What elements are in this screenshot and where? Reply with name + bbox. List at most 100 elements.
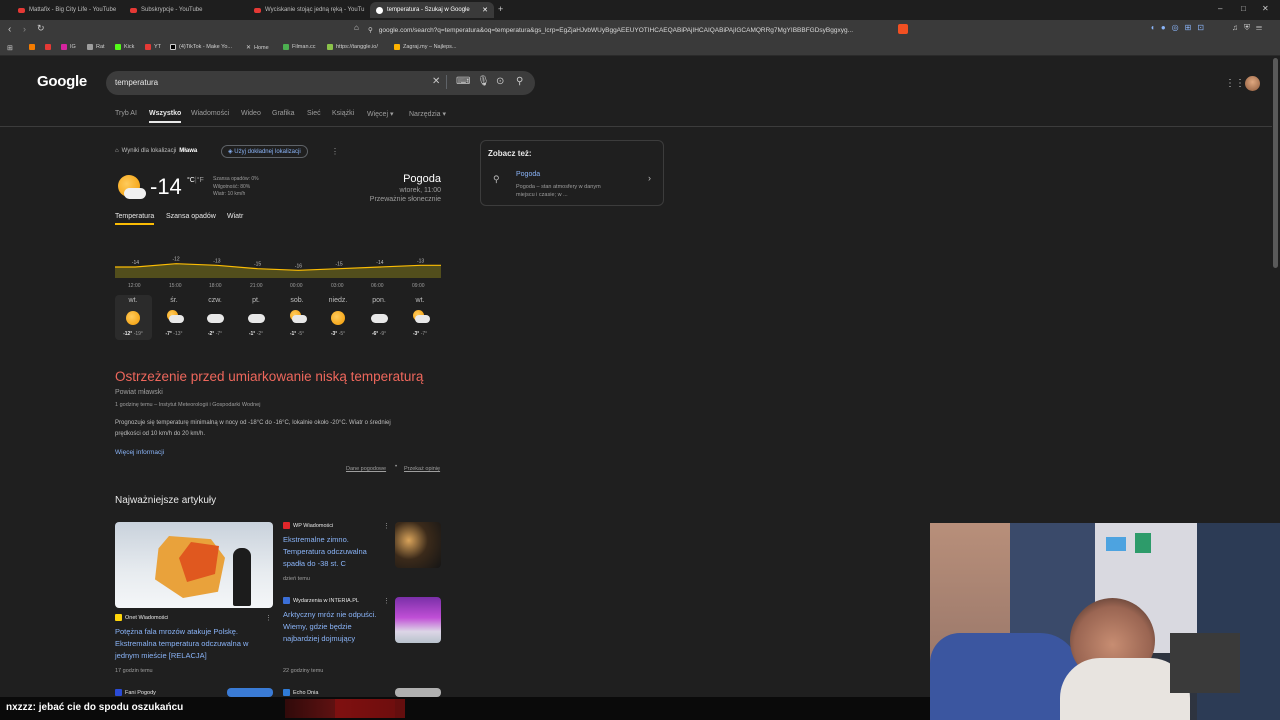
- minimize-icon[interactable]: –: [1218, 4, 1222, 13]
- menu-icon[interactable]: ♫⛨☰: [1232, 23, 1268, 33]
- bookmark-item[interactable]: Zagraj.my – Najleps...: [394, 44, 457, 50]
- tab-wind[interactable]: Wiatr: [227, 213, 243, 220]
- browser-tab[interactable]: Wyciskanie stojąc jedną ręką - YouTu: [248, 2, 366, 18]
- article-image[interactable]: [115, 522, 273, 608]
- hour-label: 15:00: [169, 283, 182, 289]
- day-temperature: -6° -9°: [371, 331, 387, 337]
- apps-grid-icon[interactable]: ⋮⋮: [1225, 78, 1245, 89]
- close-window-icon[interactable]: ✕: [1262, 4, 1269, 13]
- browser-tab[interactable]: Mattafix - Big City Life - YouTube: [12, 2, 122, 18]
- day-name[interactable]: wt.: [402, 297, 438, 304]
- precise-location-button[interactable]: ◈ Użyj dokładnej lokalizacji: [221, 145, 308, 158]
- article-source: Wydarzenia w INTERIA.PL: [283, 597, 359, 604]
- bookmark-item[interactable]: Rat: [87, 44, 105, 50]
- article-title[interactable]: Potężna fala mrozów atakuje Polskę. Ekst…: [115, 626, 275, 662]
- feedback-link[interactable]: Przekaż opinię: [404, 466, 440, 472]
- url-text: google.com/search?q=temperatura&oq=tempe…: [378, 26, 854, 34]
- tab-all[interactable]: Wszystko: [149, 110, 182, 123]
- tab-books[interactable]: Książki: [332, 110, 354, 117]
- extensions-icon[interactable]: ◖●◎⊞⊡: [1150, 23, 1210, 32]
- address-bar[interactable]: ⚲ google.com/search?q=temperatura&oq=tem…: [368, 23, 908, 37]
- back-icon[interactable]: ‹: [8, 24, 11, 35]
- chat-message: nxzzz: jebać cie do spodu oszukańcu: [6, 702, 183, 713]
- day-name[interactable]: niedz.: [320, 297, 356, 304]
- see-also-link[interactable]: Pogoda: [516, 171, 540, 178]
- tab-temperature[interactable]: Temperatura: [115, 213, 155, 225]
- apps-icon[interactable]: ⊞: [7, 44, 13, 52]
- bookmark-item[interactable]: Kick: [115, 44, 134, 50]
- clear-icon[interactable]: ✕: [432, 76, 440, 87]
- site-info-icon[interactable]: ⚲: [368, 26, 373, 34]
- more-options-icon[interactable]: ⋮: [383, 522, 390, 530]
- youtube-icon: [130, 7, 137, 13]
- google-icon: [376, 6, 383, 14]
- article-image[interactable]: [395, 597, 441, 643]
- weather-details: Szansa opadów: 0% Wilgotność: 80% Wiatr:…: [213, 176, 259, 197]
- article-title[interactable]: Ekstremalne zimno. Temperatura odczuwaln…: [283, 534, 388, 570]
- tab-video[interactable]: Wideo: [241, 110, 261, 117]
- google-logo[interactable]: Google: [37, 73, 87, 90]
- header-divider: [0, 126, 1272, 127]
- new-tab-icon[interactable]: +: [498, 4, 503, 14]
- more-options-icon[interactable]: ⋮: [265, 614, 272, 622]
- tab-ai-mode[interactable]: Tryb AI: [115, 110, 137, 117]
- reload-icon[interactable]: ↻: [37, 23, 45, 34]
- unit-toggle[interactable]: °C|°F: [187, 177, 204, 184]
- article-image[interactable]: [395, 688, 441, 697]
- avatar[interactable]: [1245, 76, 1260, 91]
- day-name[interactable]: czw.: [197, 297, 233, 304]
- article-image[interactable]: [227, 688, 273, 697]
- bookmark-item[interactable]: YT: [145, 44, 161, 50]
- article-title[interactable]: Arktyczny mróz nie odpuści. Wiemy, gdzie…: [283, 609, 393, 645]
- day-name[interactable]: pt.: [238, 297, 274, 304]
- day-name[interactable]: sob.: [279, 297, 315, 304]
- day-name[interactable]: pon.: [361, 297, 397, 304]
- search-box[interactable]: temperatura ✕ ⌨ 🎙 ⊙ ⚲: [106, 71, 535, 95]
- more-options-icon[interactable]: ⋮: [383, 597, 390, 605]
- bookmark-icon[interactable]: ⌂: [354, 23, 359, 32]
- tab-web[interactable]: Sieć: [307, 110, 321, 117]
- maximize-icon[interactable]: □: [1241, 4, 1246, 13]
- search-input[interactable]: temperatura: [115, 78, 158, 87]
- browser-tab[interactable]: Subskrypcje - YouTube: [124, 2, 244, 18]
- bookmark-item[interactable]: [45, 44, 51, 50]
- tab-news[interactable]: Wiadomości: [191, 110, 229, 117]
- tab-label: Subskrypcje - YouTube: [141, 7, 203, 13]
- sun-icon: [125, 310, 141, 326]
- bookmarks-bar: ⊞ IG Rat Kick YT (4)TikTok - Make Yo... …: [0, 40, 1280, 56]
- tab-label: Wyciskanie stojąc jedną ręką - YouTu: [265, 7, 365, 13]
- bookmark-item[interactable]: ✕ Home: [246, 44, 269, 52]
- more-info-link[interactable]: Więcej informacji: [115, 447, 164, 458]
- day-name[interactable]: śr.: [156, 297, 192, 304]
- search-icon[interactable]: ⚲: [516, 76, 523, 87]
- tab-precipitation[interactable]: Szansa opadów: [166, 213, 216, 220]
- bookmark-item[interactable]: IG: [61, 44, 76, 50]
- weather-data-link[interactable]: Dane pogodowe: [346, 466, 386, 472]
- close-tab-icon[interactable]: ✕: [482, 6, 488, 14]
- bookmark-item[interactable]: Filman.cc: [283, 44, 316, 50]
- day-name[interactable]: wt.: [115, 297, 151, 304]
- bookmark-item[interactable]: [29, 44, 35, 50]
- bookmark-item[interactable]: https://tanggle.io/: [327, 44, 378, 50]
- hour-label: 00:00: [290, 283, 303, 289]
- mic-icon[interactable]: 🎙: [477, 76, 490, 87]
- lens-icon[interactable]: ⊙: [496, 76, 504, 87]
- browser-tab-active[interactable]: temperatura - Szukaj w Google ✕: [370, 2, 494, 18]
- day-temperature: -7° -13°: [165, 331, 183, 337]
- article-time: 17 godzin temu: [115, 668, 153, 674]
- home-icon: ⌂: [115, 148, 119, 154]
- scrollbar[interactable]: [1273, 58, 1278, 268]
- keyboard-icon[interactable]: ⌨: [456, 76, 470, 87]
- more-options-icon[interactable]: ⋮: [331, 147, 339, 156]
- forward-icon[interactable]: ›: [23, 24, 26, 34]
- person-silhouette: [233, 548, 251, 606]
- hourly-temp-label: -14: [376, 260, 383, 266]
- tab-more[interactable]: Więcej ▾: [367, 110, 393, 118]
- warning-title[interactable]: Ostrzeżenie przed umiarkowanie niską tem…: [115, 369, 423, 384]
- bookmark-item[interactable]: (4)TikTok - Make Yo...: [170, 44, 232, 50]
- article-image[interactable]: [395, 522, 441, 568]
- hourly-temp-label: -12: [172, 257, 179, 263]
- tab-tools[interactable]: Narzędzia ▾: [409, 110, 446, 118]
- chevron-right-icon[interactable]: ›: [648, 173, 651, 183]
- tab-images[interactable]: Grafika: [272, 110, 295, 117]
